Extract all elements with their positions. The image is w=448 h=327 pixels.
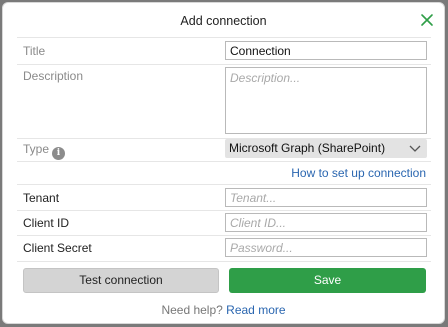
client-secret-input[interactable] [225, 238, 427, 257]
info-icon[interactable]: i [52, 147, 66, 160]
type-label: Type [23, 142, 50, 156]
divider [17, 64, 431, 65]
divider [17, 37, 431, 38]
help-footer: Need help? Read more [3, 303, 444, 317]
close-icon[interactable] [419, 12, 435, 28]
type-select-value: Microsoft Graph (SharePoint) [229, 141, 386, 155]
type-label-wrap: Type i [23, 142, 66, 160]
client-secret-label: Client Secret [23, 241, 92, 255]
description-label: Description [23, 69, 84, 83]
how-to-setup-link[interactable]: How to set up connection [291, 166, 426, 180]
divider [17, 235, 431, 236]
tenant-input[interactable] [225, 188, 427, 207]
divider [17, 261, 431, 262]
client-id-label: Client ID [23, 216, 70, 230]
type-select[interactable]: Microsoft Graph (SharePoint) [225, 139, 427, 158]
chevron-down-icon [409, 145, 421, 152]
divider [17, 210, 431, 211]
test-connection-button[interactable]: Test connection [23, 268, 219, 293]
read-more-link[interactable]: Read more [226, 303, 285, 317]
add-connection-dialog: Add connection Title Description Typei M… [2, 2, 445, 324]
divider [17, 161, 431, 162]
need-help-text: Need help? [161, 303, 223, 317]
description-input[interactable] [225, 67, 427, 134]
title-input[interactable] [225, 41, 427, 60]
dialog-title: Add connection [180, 14, 267, 28]
save-button[interactable]: Save [229, 268, 426, 293]
client-id-input[interactable] [225, 213, 427, 232]
title-label: Title [23, 44, 46, 58]
tenant-label: Tenant [23, 191, 60, 205]
divider [17, 184, 431, 185]
